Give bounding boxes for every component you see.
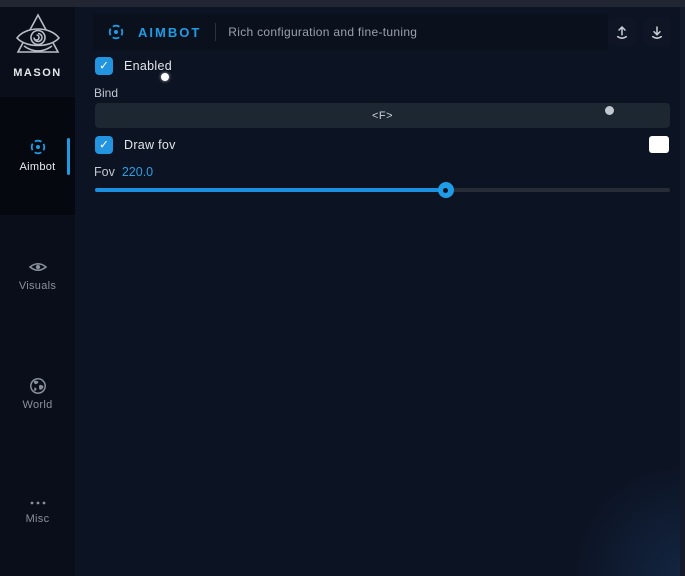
fov-label: Fov [94, 165, 115, 179]
eye-icon [28, 258, 48, 276]
crosshair-icon [28, 137, 48, 157]
globe-icon [29, 377, 47, 395]
fov-slider[interactable] [95, 188, 670, 192]
draw-fov-row: ✓ Draw fov [95, 136, 176, 154]
section-header: AIMBOT Rich configuration and fine-tunin… [93, 14, 608, 50]
download-icon [648, 23, 666, 41]
sidebar-item-misc[interactable]: Misc [0, 497, 75, 525]
checkmark-icon: ✓ [99, 139, 109, 151]
bind-field-dot [605, 106, 614, 115]
mason-eye-pyramid-icon [14, 12, 62, 64]
enabled-label: Enabled [124, 59, 172, 73]
sidebar-item-visuals[interactable]: Visuals [0, 258, 75, 292]
sidebar-item-label: Aimbot [0, 161, 75, 173]
upload-config-button[interactable] [608, 18, 636, 46]
sidebar-item-aimbot[interactable]: Aimbot [0, 137, 75, 173]
app-logo: MASON [0, 12, 75, 79]
crosshair-icon [106, 22, 126, 42]
sidebar-active-indicator [67, 138, 70, 175]
fov-slider-fill [95, 188, 446, 192]
checkmark-icon: ✓ [99, 60, 109, 72]
fov-label-row: Fov 220.0 [94, 165, 153, 179]
ellipsis-icon [28, 497, 48, 509]
logo-text: MASON [0, 67, 75, 79]
bind-label: Bind [94, 86, 118, 100]
download-config-button[interactable] [643, 18, 671, 46]
page-title: AIMBOT [138, 25, 201, 40]
draw-fov-checkbox[interactable]: ✓ [95, 136, 113, 154]
fov-color-swatch[interactable] [649, 136, 669, 153]
enabled-row: ✓ Enabled [95, 57, 172, 75]
sidebar-item-label: World [0, 399, 75, 411]
right-edge-strip [680, 0, 685, 576]
upload-icon [613, 23, 631, 41]
header-divider [215, 23, 216, 41]
bind-key-value: <F> [372, 110, 393, 122]
sidebar-item-label: Misc [0, 513, 75, 525]
sidebar-item-label: Visuals [0, 280, 75, 292]
fov-slider-handle[interactable] [438, 182, 454, 198]
page-subtitle: Rich configuration and fine-tuning [228, 25, 417, 39]
mouse-cursor-dot [161, 73, 169, 81]
bind-key-input[interactable]: <F> [95, 103, 670, 128]
app-window: MASON Aimbot Visuals [0, 0, 685, 576]
sidebar: MASON Aimbot Visuals [0, 0, 75, 576]
sidebar-item-world[interactable]: World [0, 377, 75, 411]
draw-fov-label: Draw fov [124, 138, 176, 152]
fov-value: 220.0 [122, 165, 153, 179]
enabled-checkbox[interactable]: ✓ [95, 57, 113, 75]
top-edge-strip [0, 0, 685, 7]
